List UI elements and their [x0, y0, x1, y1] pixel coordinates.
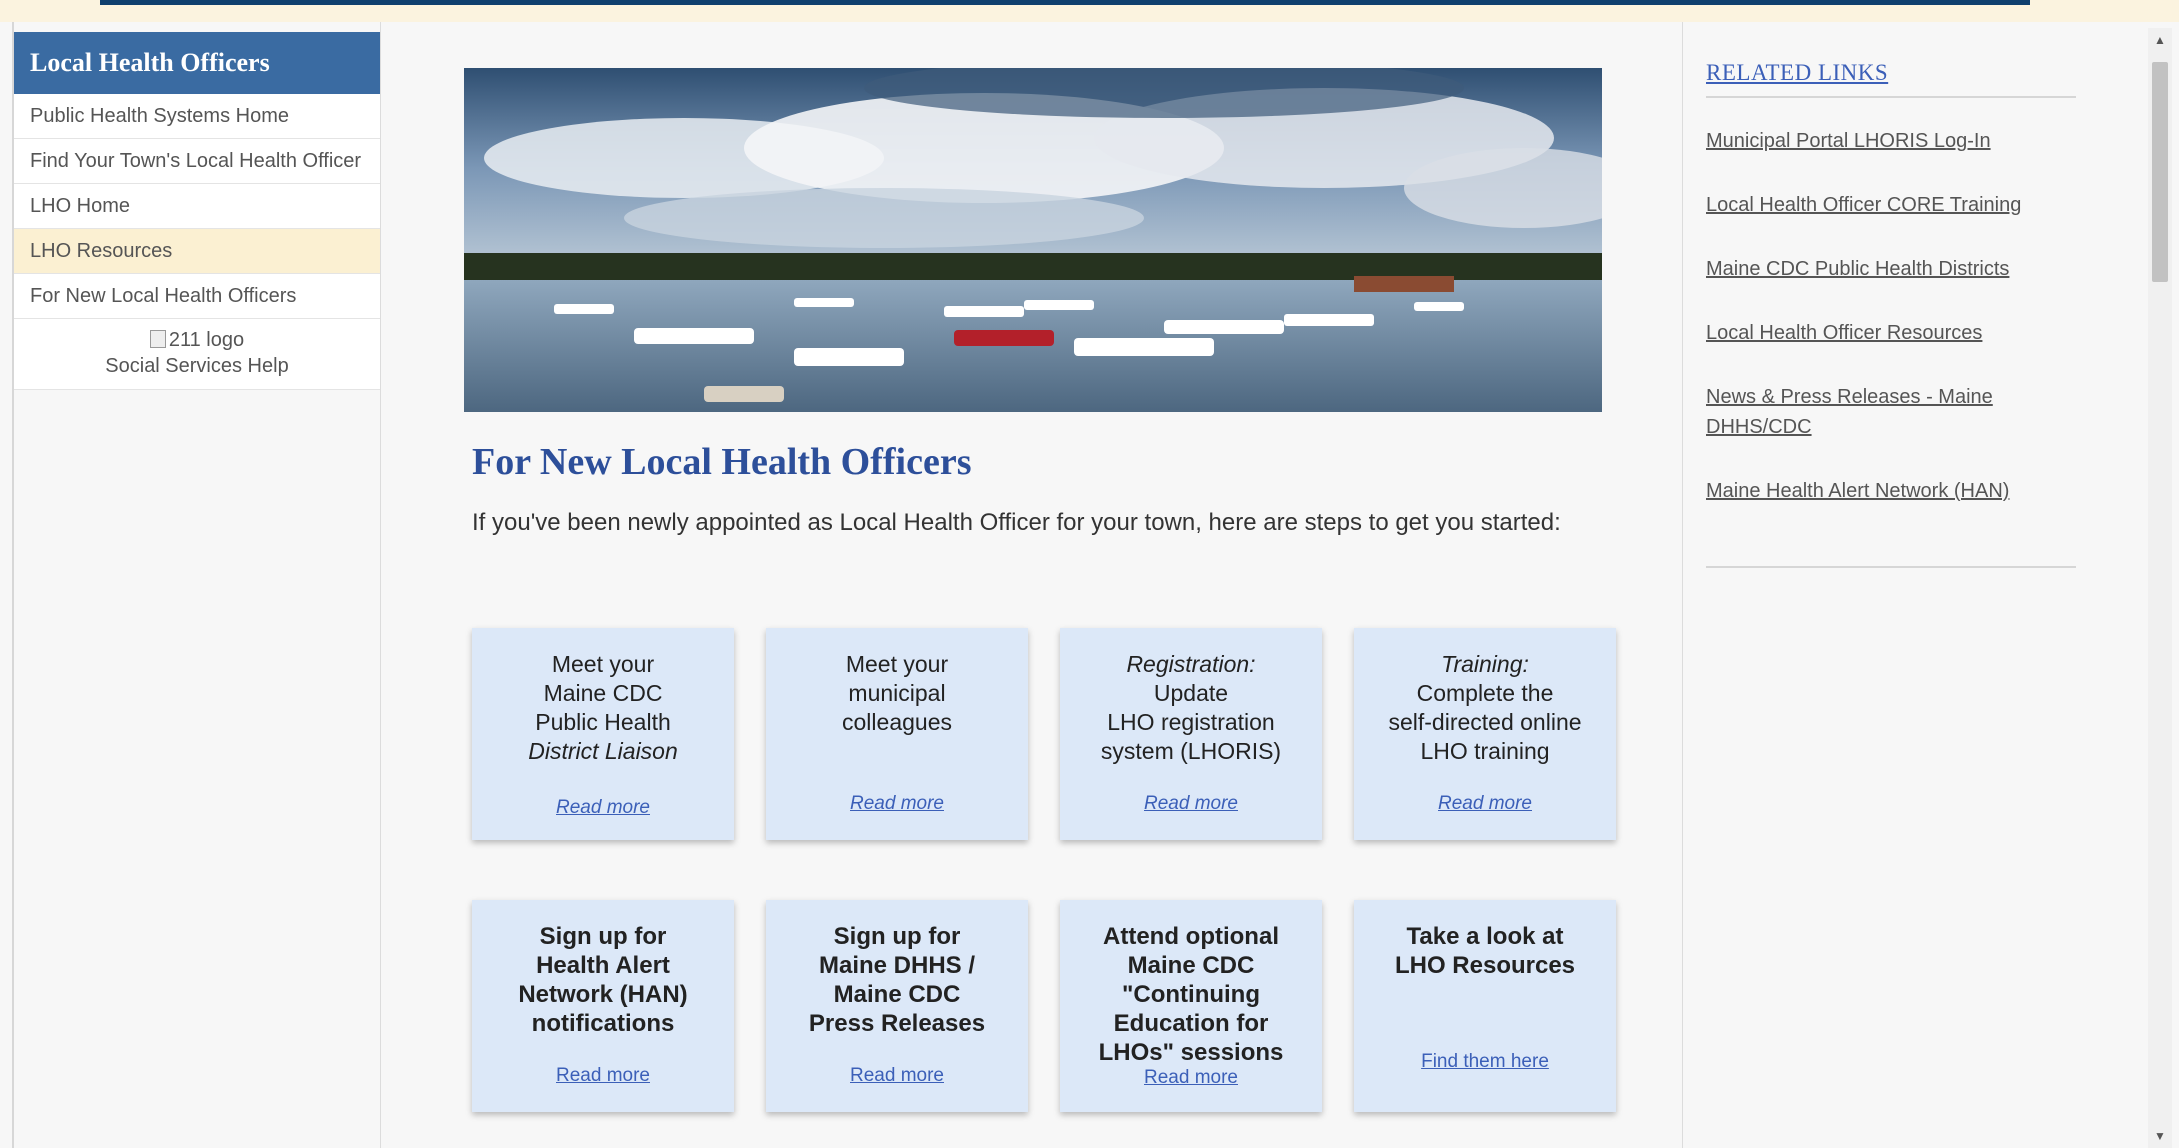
related-link-core-training[interactable]: Local Health Officer CORE Training	[1706, 194, 2021, 216]
card-press-releases-signup: Sign up for Maine DHHS / Maine CDC Press…	[766, 900, 1028, 1112]
card-line: Meet your	[551, 651, 655, 677]
card-line: Maine CDC	[543, 680, 663, 706]
card-line: colleagues	[842, 709, 952, 735]
window-left-edge	[0, 22, 14, 1148]
card-line: system (LHORIS)	[1100, 738, 1282, 764]
card-line: LHO training	[1420, 738, 1550, 764]
sidebar-item-find-your-towns-lho[interactable]: Find Your Town's Local Health Officer	[14, 139, 380, 184]
related-link-lho-resources[interactable]: Local Health Officer Resources	[1706, 322, 1982, 344]
page-title: For New Local Health Officers	[472, 441, 972, 483]
card-line-italic: District Liaison	[528, 738, 678, 764]
list-item: Maine Health Alert Network (HAN)	[1706, 476, 2076, 506]
card-text: Sign up for Health Alert Network (HAN) n…	[518, 923, 688, 1037]
card-line: self-directed online	[1388, 709, 1582, 735]
related-link-public-health-districts[interactable]: Maine CDC Public Health Districts	[1706, 258, 2009, 280]
card-line: Meet your	[845, 651, 949, 677]
card-text: Attend optional Maine CDC "Continuing Ed…	[1098, 923, 1284, 1066]
list-item: Municipal Portal LHORIS Log-In	[1706, 126, 2076, 156]
hero-harbor-image	[464, 68, 1602, 412]
card-line: LHO registration	[1107, 709, 1275, 735]
related-links-list: Municipal Portal LHORIS Log-In Local Hea…	[1706, 126, 2076, 540]
find-them-here-link[interactable]: Find them here	[1354, 1047, 1616, 1076]
read-more-link[interactable]: Read more	[766, 789, 1028, 818]
card-district-liaison: Meet your Maine CDC Public Health Distri…	[472, 628, 734, 840]
card-line: Public Health	[535, 709, 671, 735]
related-links-heading[interactable]: RELATED LINKS	[1706, 60, 1888, 86]
intro-text: If you've been newly appointed as Local …	[472, 509, 1561, 536]
scroll-up-arrow-icon[interactable]: ▲	[2148, 28, 2172, 52]
vertical-scrollbar[interactable]: ▲ ▼	[2148, 28, 2172, 1148]
broken-image-icon	[149, 330, 166, 348]
card-line: Update	[1153, 680, 1229, 706]
sidebar-item-lho-resources[interactable]: LHO Resources	[14, 229, 380, 274]
list-item: Local Health Officer Resources	[1706, 318, 2076, 348]
browser-top-strip	[0, 0, 2179, 22]
card-line: Complete the	[1416, 680, 1554, 706]
card-lho-resources: Take a look at LHO Resources Find them h…	[1354, 900, 1616, 1112]
read-more-link[interactable]: Read more	[1060, 789, 1322, 818]
card-municipal-colleagues: Meet your municipal colleagues Read more	[766, 628, 1028, 840]
list-item: News & Press Releases - Maine DHHS/CDC	[1706, 382, 2076, 442]
read-more-link[interactable]: Read more	[766, 1061, 1028, 1090]
card-han-signup: Sign up for Health Alert Network (HAN) n…	[472, 900, 734, 1112]
sidebar: Local Health Officers Public Health Syst…	[14, 32, 380, 390]
related-link-news-press[interactable]: News & Press Releases - Maine DHHS/CDC	[1706, 386, 1993, 438]
read-more-link[interactable]: Read more	[1354, 789, 1616, 818]
scrollbar-thumb[interactable]	[2152, 62, 2168, 282]
sidebar-title: Local Health Officers	[14, 32, 380, 94]
sidebar-item-for-new-lhos[interactable]: For New Local Health Officers	[14, 274, 380, 319]
sidebar-divider	[380, 22, 381, 1148]
list-item: Maine CDC Public Health Districts	[1706, 254, 2076, 284]
list-item: Local Health Officer CORE Training	[1706, 190, 2076, 220]
right-column-divider	[1682, 22, 1683, 1148]
related-links-rule-bottom	[1706, 566, 2076, 568]
card-text: Take a look at LHO Resources	[1394, 923, 1576, 979]
211-logo[interactable]: 211 logo	[14, 327, 380, 353]
sidebar-item-lho-home[interactable]: LHO Home	[14, 184, 380, 229]
sidebar-211-block[interactable]: 211 logo Social Services Help	[14, 319, 380, 390]
related-link-han[interactable]: Maine Health Alert Network (HAN)	[1706, 480, 2009, 502]
card-continuing-education: Attend optional Maine CDC "Continuing Ed…	[1060, 900, 1322, 1112]
read-more-link[interactable]: Read more	[472, 1061, 734, 1090]
card-line-italic: Registration:	[1126, 651, 1256, 677]
related-links-rule	[1706, 96, 2076, 98]
card-line: municipal	[848, 680, 946, 706]
sidebar-item-public-health-systems-home[interactable]: Public Health Systems Home	[14, 94, 380, 139]
card-registration: Registration: Update LHO registration sy…	[1060, 628, 1322, 840]
read-more-link[interactable]: Read more	[1060, 1063, 1322, 1092]
card-training: Training: Complete the self-directed onl…	[1354, 628, 1616, 840]
card-text: Sign up for Maine DHHS / Maine CDC Press…	[808, 923, 986, 1037]
related-link-lhoris-login[interactable]: Municipal Portal LHORIS Log-In	[1706, 130, 1991, 152]
social-services-help-link[interactable]: Social Services Help	[14, 353, 380, 379]
211-logo-alt: 211 logo	[168, 329, 245, 351]
read-more-link[interactable]: Read more	[472, 793, 734, 822]
scroll-down-arrow-icon[interactable]: ▼	[2148, 1124, 2172, 1148]
card-line-italic: Training:	[1441, 651, 1529, 677]
site-nav-bar	[100, 0, 2030, 5]
